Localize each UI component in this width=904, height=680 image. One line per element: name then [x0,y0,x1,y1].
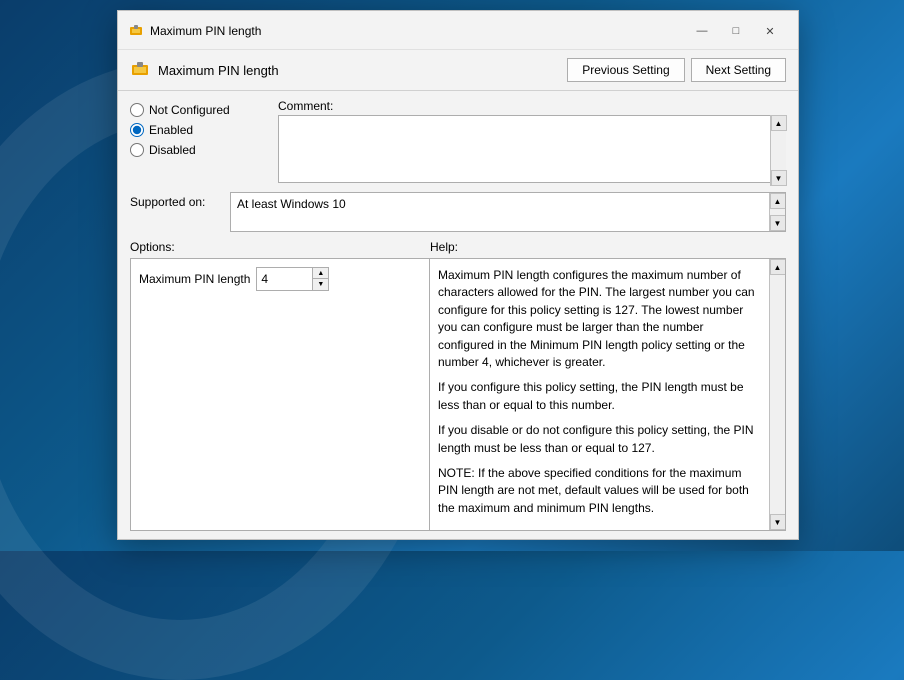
main-body: Not Configured Enabled Disabled Comment: [118,91,798,539]
not-configured-radio[interactable] [130,103,144,117]
window-controls: — □ ✕ [686,19,786,43]
enabled-radio[interactable] [130,123,144,137]
header-icon [130,60,150,80]
header-title: Maximum PIN length [158,63,567,78]
not-configured-option[interactable]: Not Configured [130,103,270,117]
comment-label: Comment: [278,99,786,113]
supported-scrollbar: ▲ ▼ [769,193,785,231]
comment-scroll-up[interactable]: ▲ [771,115,787,131]
supported-scroll-down[interactable]: ▼ [770,215,786,231]
comment-section: Comment: ▲ ▼ [278,99,786,186]
spin-down-button[interactable]: ▼ [312,279,328,290]
title-bar: Maximum PIN length — □ ✕ [118,11,798,50]
help-para-3: If you disable or do not configure this … [438,422,759,457]
header-section: Maximum PIN length Previous Setting Next… [118,50,798,91]
pin-length-row: Maximum PIN length ▲ ▼ [139,267,329,291]
comment-scroll-track [771,131,786,170]
help-scroll-track [770,275,785,514]
window-title: Maximum PIN length [150,24,686,38]
header-buttons: Previous Setting Next Setting [567,58,786,82]
help-panel: Maximum PIN length configures the maximu… [430,258,786,531]
pin-length-input[interactable] [257,268,312,290]
disabled-option[interactable]: Disabled [130,143,270,157]
enabled-label: Enabled [149,123,193,137]
pin-length-spinner: ▲ ▼ [256,267,329,291]
help-label: Help: [430,240,458,254]
disabled-label: Disabled [149,143,196,157]
comment-box-wrapper: ▲ ▼ [278,115,786,186]
bottom-labels: Options: Help: [130,240,786,254]
pin-length-label: Maximum PIN length [139,272,250,286]
supported-section: Supported on: At least Windows 10 ▲ ▼ [130,192,786,232]
options-label: Options: [130,240,430,254]
help-para-2: If you configure this policy setting, th… [438,379,759,414]
disabled-radio[interactable] [130,143,144,157]
main-window: Maximum PIN length — □ ✕ Maximum PIN len… [117,10,799,540]
previous-setting-button[interactable]: Previous Setting [567,58,684,82]
supported-scroll-up[interactable]: ▲ [770,193,786,209]
top-section: Not Configured Enabled Disabled Comment: [130,99,786,186]
maximize-button[interactable]: □ [720,19,752,43]
help-scrollbar: ▲ ▼ [769,259,785,530]
options-panel: Maximum PIN length ▲ ▼ [130,258,430,531]
window-icon [128,23,144,39]
help-para-1: Maximum PIN length configures the maximu… [438,267,759,371]
close-button[interactable]: ✕ [754,19,786,43]
spin-up-button[interactable]: ▲ [312,268,328,279]
bottom-panels: Maximum PIN length ▲ ▼ Maximum PIN lengt… [130,258,786,531]
minimize-button[interactable]: — [686,19,718,43]
radio-group: Not Configured Enabled Disabled [130,99,270,186]
supported-value: At least Windows 10 ▲ ▼ [230,192,786,232]
help-scroll-up[interactable]: ▲ [770,259,786,275]
comment-scrollbar: ▲ ▼ [770,115,786,186]
help-scroll-down[interactable]: ▼ [770,514,786,530]
comment-scroll-down[interactable]: ▼ [771,170,787,186]
supported-text: At least Windows 10 [237,197,346,211]
not-configured-label: Not Configured [149,103,230,117]
supported-box-wrapper: At least Windows 10 ▲ ▼ [230,192,786,232]
supported-label: Supported on: [130,192,230,209]
next-setting-button[interactable]: Next Setting [691,58,786,82]
help-text: Maximum PIN length configures the maximu… [438,267,777,517]
enabled-option[interactable]: Enabled [130,123,270,137]
spinner-buttons: ▲ ▼ [312,268,328,290]
comment-textarea[interactable] [278,115,786,183]
help-para-4: NOTE: If the above specified conditions … [438,465,759,517]
